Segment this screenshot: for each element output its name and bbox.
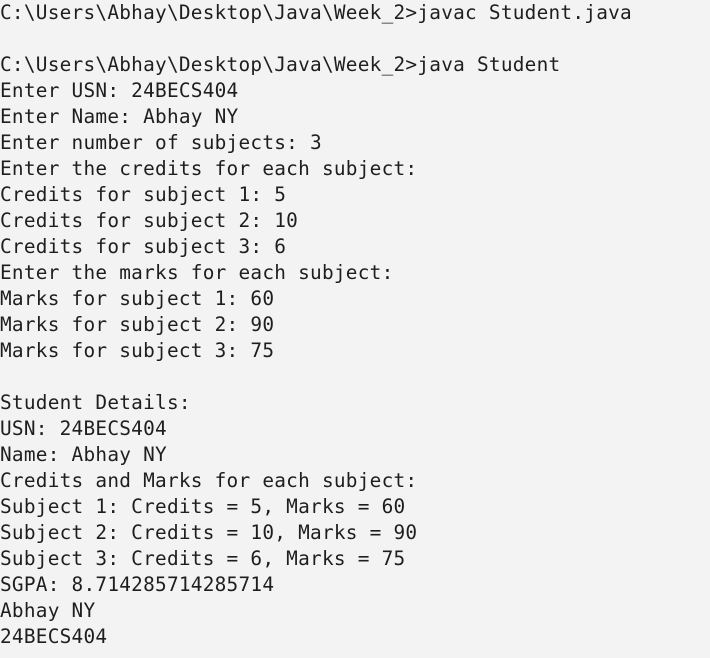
prompt-usn: Enter USN: 24BECS404 — [0, 79, 239, 102]
details-name: Name: Abhay NY — [0, 443, 167, 466]
prompt-credits-subject-2: Credits for subject 2: 10 — [0, 209, 299, 232]
prompt-credits-subject-3: Credits for subject 3: 6 — [0, 235, 287, 258]
prompt-credits-header: Enter the credits for each subject: — [0, 157, 418, 180]
command-line-java: C:\Users\Abhay\Desktop\Java\Week_2>java … — [0, 53, 561, 76]
prompt-marks-subject-2: Marks for subject 2: 90 — [0, 313, 275, 336]
prompt-marks-subject-3: Marks for subject 3: 75 — [0, 339, 275, 362]
output-name: Abhay NY — [0, 599, 96, 622]
command-line-javac: C:\Users\Abhay\Desktop\Java\Week_2>javac… — [0, 1, 632, 24]
prompt-subject-count: Enter number of subjects: 3 — [0, 131, 322, 154]
details-usn: USN: 24BECS404 — [0, 417, 167, 440]
prompt-marks-subject-1: Marks for subject 1: 60 — [0, 287, 275, 310]
details-header: Student Details: — [0, 391, 191, 414]
prompt-marks-header: Enter the marks for each subject: — [0, 261, 394, 284]
details-sgpa: SGPA: 8.714285714285714 — [0, 573, 275, 596]
terminal-window[interactable]: C:\Users\Abhay\Desktop\Java\Week_2>javac… — [0, 0, 710, 658]
details-subject-3: Subject 3: Credits = 6, Marks = 75 — [0, 547, 406, 570]
prompt-name: Enter Name: Abhay NY — [0, 105, 239, 128]
details-subjects-header: Credits and Marks for each subject: — [0, 469, 418, 492]
details-subject-2: Subject 2: Credits = 10, Marks = 90 — [0, 521, 418, 544]
terminal-output: C:\Users\Abhay\Desktop\Java\Week_2>javac… — [0, 0, 710, 650]
prompt-credits-subject-1: Credits for subject 1: 5 — [0, 183, 287, 206]
details-subject-1: Subject 1: Credits = 5, Marks = 60 — [0, 495, 406, 518]
output-usn: 24BECS404 — [0, 625, 108, 648]
